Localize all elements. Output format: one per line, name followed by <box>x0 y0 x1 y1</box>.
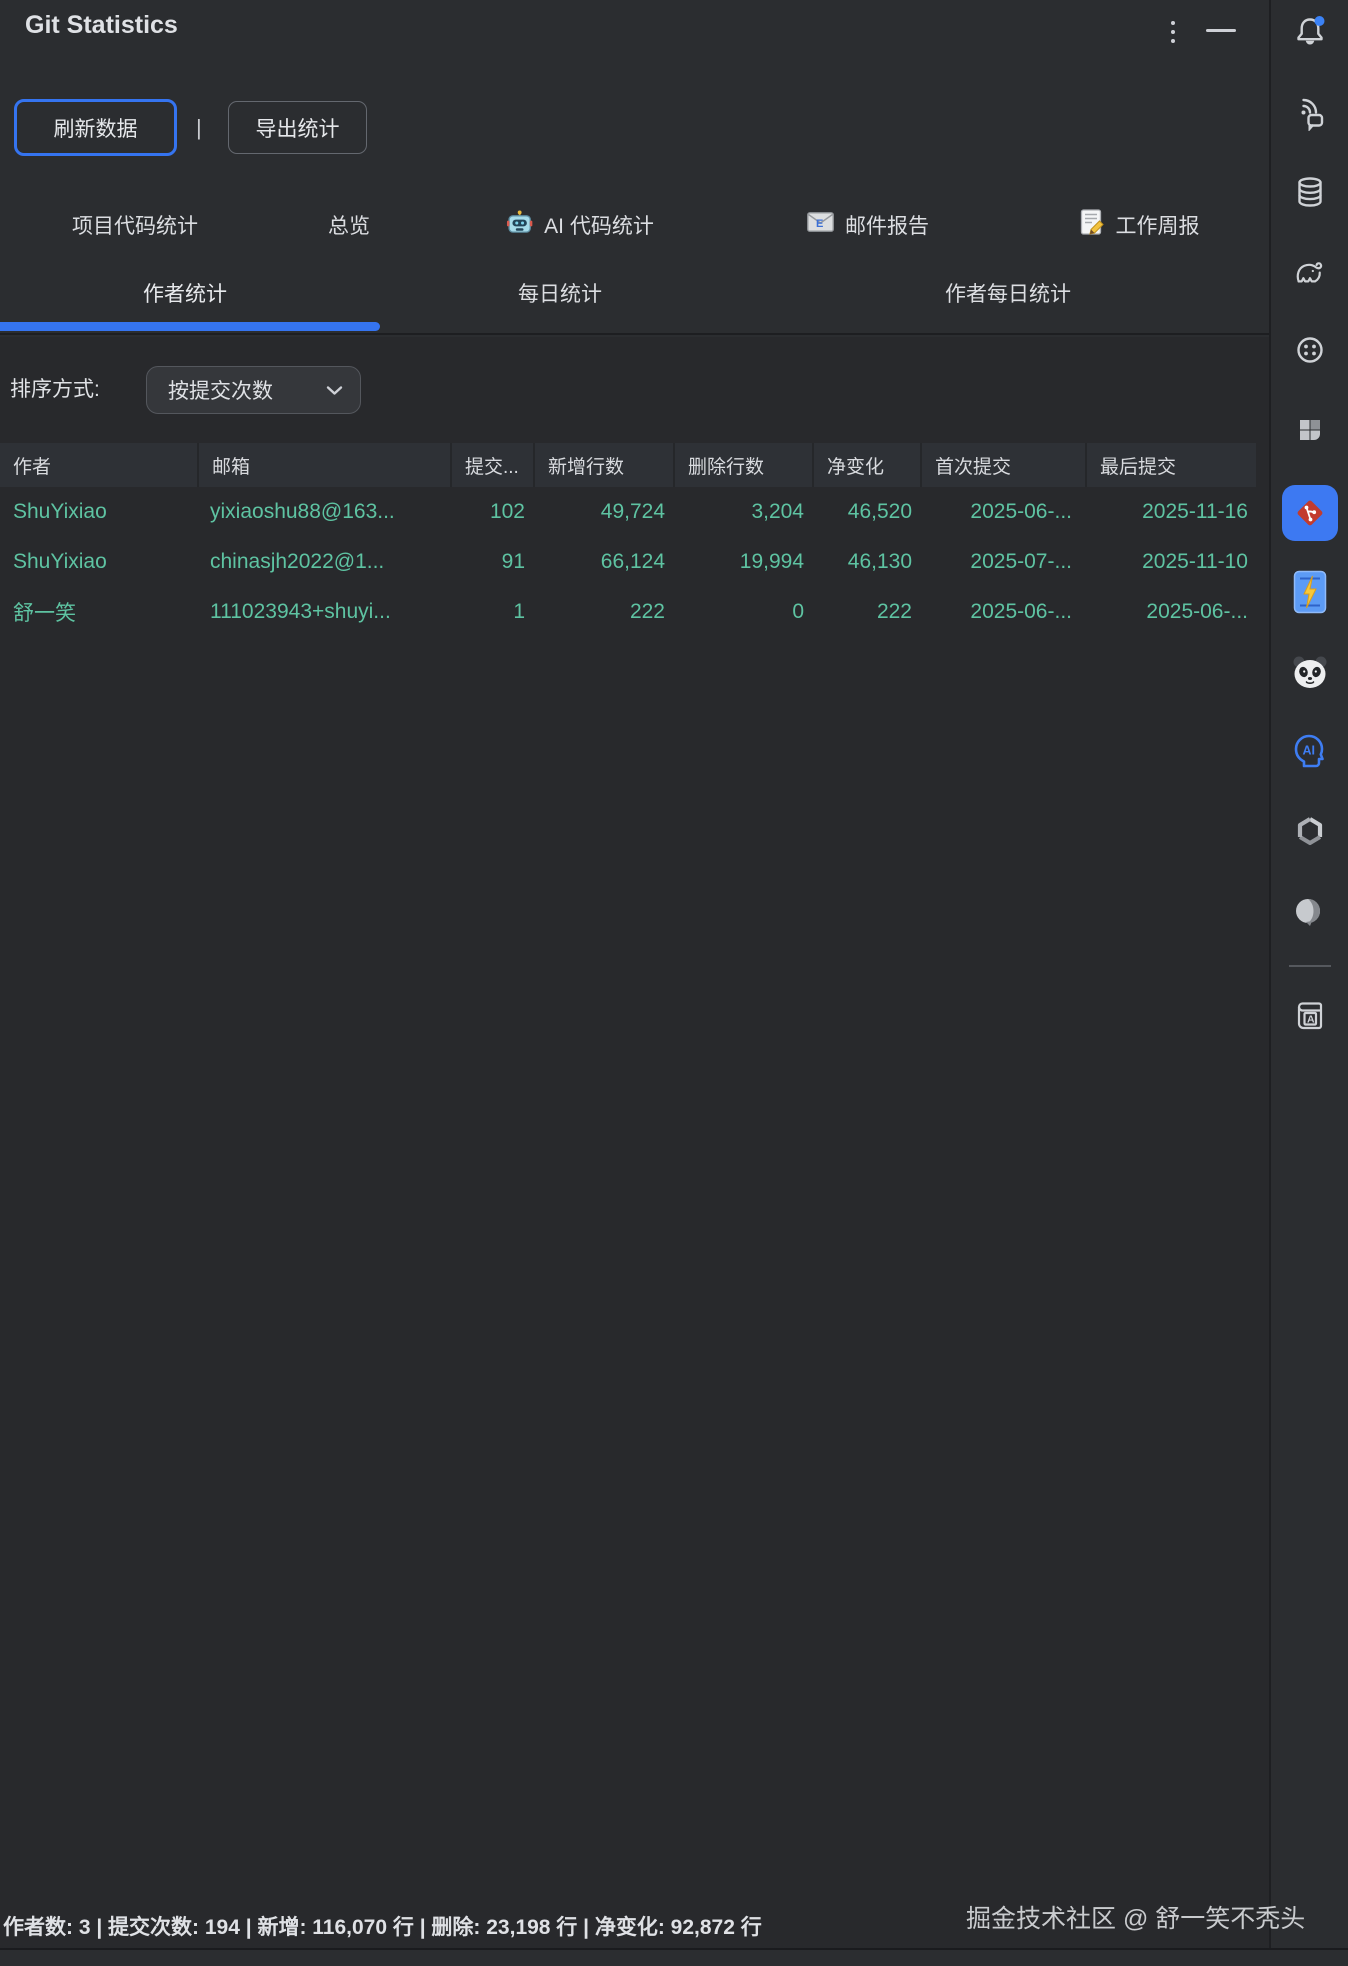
tab-label: 项目代码统计 <box>72 215 198 238</box>
cell-first-commit: 2025-07-... <box>970 550 1072 573</box>
table-row[interactable]: ShuYixiao chinasjh2022@1... 91 66,124 19… <box>0 537 1256 587</box>
cell-email: yixiaoshu88@163... <box>210 500 395 523</box>
sidebar-group-divider <box>1288 965 1331 967</box>
tab-overview[interactable]: 总览 <box>328 203 370 247</box>
sort-label: 排序方式: <box>10 378 100 401</box>
cell-commits: 91 <box>501 550 525 573</box>
tab-ai-code-stats[interactable]: AI 代码统计 <box>506 203 654 247</box>
col-header-last-commit[interactable]: 最后提交 <box>1085 443 1256 487</box>
active-tab-underline <box>0 322 380 331</box>
col-header-first-commit[interactable]: 首次提交 <box>920 443 1085 487</box>
gradle-elephant-icon[interactable] <box>1291 254 1329 288</box>
table-row[interactable]: 舒一笑 111023943+shuyi... 1 222 0 222 2025-… <box>0 587 1256 637</box>
email-icon: E <box>807 212 834 238</box>
panda-icon[interactable] <box>1290 655 1330 689</box>
cell-author: ShuYixiao <box>13 550 107 573</box>
cell-deletions: 19,994 <box>739 550 804 573</box>
col-header-author[interactable]: 作者 <box>0 443 197 487</box>
notification-bell-icon[interactable] <box>1292 13 1328 49</box>
git-statistics-icon[interactable] <box>1281 485 1338 541</box>
cell-email: 111023943+shuyi... <box>210 600 391 623</box>
col-header-email[interactable]: 邮箱 <box>197 443 450 487</box>
refresh-data-button[interactable]: 刷新数据 <box>14 99 177 156</box>
memo-icon <box>1080 209 1105 241</box>
git-statistics-panel: Git Statistics 刷新数据 | 导出统计 项目代码统计 总览 AI … <box>0 0 1348 1966</box>
tab-author-stats[interactable]: 作者统计 <box>143 278 227 308</box>
author-stats-table: 作者 邮箱 提交... 新增行数 删除行数 净变化 首次提交 最后提交 ShuY… <box>0 443 1256 637</box>
knot-icon[interactable] <box>1292 813 1328 849</box>
cell-author: ShuYixiao <box>13 500 107 523</box>
cell-additions: 222 <box>629 600 665 623</box>
toolbar-separator: | <box>196 115 202 140</box>
sort-dropdown[interactable]: 按提交次数 <box>146 366 361 414</box>
cylinder-icon[interactable] <box>1292 893 1328 929</box>
cell-additions: 49,724 <box>600 500 665 523</box>
cell-deletions: 0 <box>792 600 804 623</box>
cell-author: 舒一笑 <box>13 602 76 625</box>
tab-email-report[interactable]: E 邮件报告 <box>807 203 929 247</box>
watermark: 掘金技术社区 @ 舒一笑不秃头 <box>966 1905 1306 1933</box>
export-stats-button[interactable]: 导出统计 <box>228 101 367 154</box>
tab-weekly-report[interactable]: 工作周报 <box>1080 203 1200 247</box>
right-toolbar: AI A <box>1271 0 1348 1966</box>
tab-author-daily-stats[interactable]: 作者每日统计 <box>945 278 1071 308</box>
cell-last-commit: 2025-11-16 <box>1142 500 1248 523</box>
page-title: Git Statistics <box>25 11 178 39</box>
col-header-commits[interactable]: 提交... <box>450 443 533 487</box>
col-header-net-change[interactable]: 净变化 <box>812 443 920 487</box>
table-row[interactable]: ShuYixiao yixiaoshu88@163... 102 49,724 … <box>0 487 1256 537</box>
cell-first-commit: 2025-06-... <box>970 600 1072 623</box>
cell-last-commit: 2025-06-... <box>1146 600 1248 623</box>
minimize-icon[interactable] <box>1206 29 1236 32</box>
tab-bar-divider <box>0 333 1269 335</box>
cell-first-commit: 2025-06-... <box>970 500 1072 523</box>
tab-label: 工作周报 <box>1115 215 1200 238</box>
table-header-row: 作者 邮箱 提交... 新增行数 删除行数 净变化 首次提交 最后提交 <box>0 443 1256 487</box>
bottom-strip <box>0 1950 1348 1966</box>
cell-last-commit: 2025-11-10 <box>1142 550 1248 573</box>
screencast-chat-icon[interactable] <box>1292 95 1328 131</box>
tab-daily-stats[interactable]: 每日统计 <box>518 278 602 308</box>
tab-label: 邮件报告 <box>845 215 929 238</box>
main-panel: Git Statistics 刷新数据 | 导出统计 项目代码统计 总览 AI … <box>0 0 1269 1966</box>
col-header-additions[interactable]: 新增行数 <box>533 443 673 487</box>
cell-commits: 1 <box>513 600 525 623</box>
tab-label: 总览 <box>328 215 370 238</box>
cell-deletions: 3,204 <box>751 500 804 523</box>
primary-tab-bar: 项目代码统计 总览 AI 代码统计 E 邮件报告 工作周报 <box>0 203 1269 247</box>
status-summary: 作者数: 3 | 提交次数: 194 | 新增: 116,070 行 | 删除:… <box>3 1916 762 1939</box>
cell-commits: 102 <box>489 500 525 523</box>
cell-net-change: 222 <box>876 600 912 623</box>
secondary-tab-bar: 作者统计 每日统计 作者每日统计 <box>0 262 1269 336</box>
cell-additions: 66,124 <box>600 550 665 573</box>
svg-text:E: E <box>816 218 823 230</box>
sort-dropdown-value: 按提交次数 <box>168 380 273 403</box>
tab-project-code-stats[interactable]: 项目代码统计 <box>72 203 198 247</box>
cell-net-change: 46,520 <box>847 500 912 523</box>
ai-assistant-icon[interactable]: AI <box>1290 730 1330 770</box>
kebab-menu-icon[interactable] <box>1162 13 1184 51</box>
circle-dots-icon[interactable] <box>1292 332 1328 368</box>
chevron-down-icon <box>326 378 343 402</box>
svg-text:AI: AI <box>1302 744 1315 758</box>
robot-icon <box>506 209 533 241</box>
cell-net-change: 46,130 <box>847 550 912 573</box>
cell-email: chinasjh2022@1... <box>210 550 385 573</box>
plugin-tiles-icon[interactable] <box>1292 412 1328 448</box>
col-header-deletions[interactable]: 删除行数 <box>673 443 812 487</box>
lightning-card-icon[interactable] <box>1293 570 1327 614</box>
tab-label: AI 代码统计 <box>544 215 654 238</box>
database-icon[interactable] <box>1292 174 1328 210</box>
dictionary-book-icon[interactable]: A <box>1292 998 1328 1034</box>
svg-text:A: A <box>1307 1014 1315 1026</box>
